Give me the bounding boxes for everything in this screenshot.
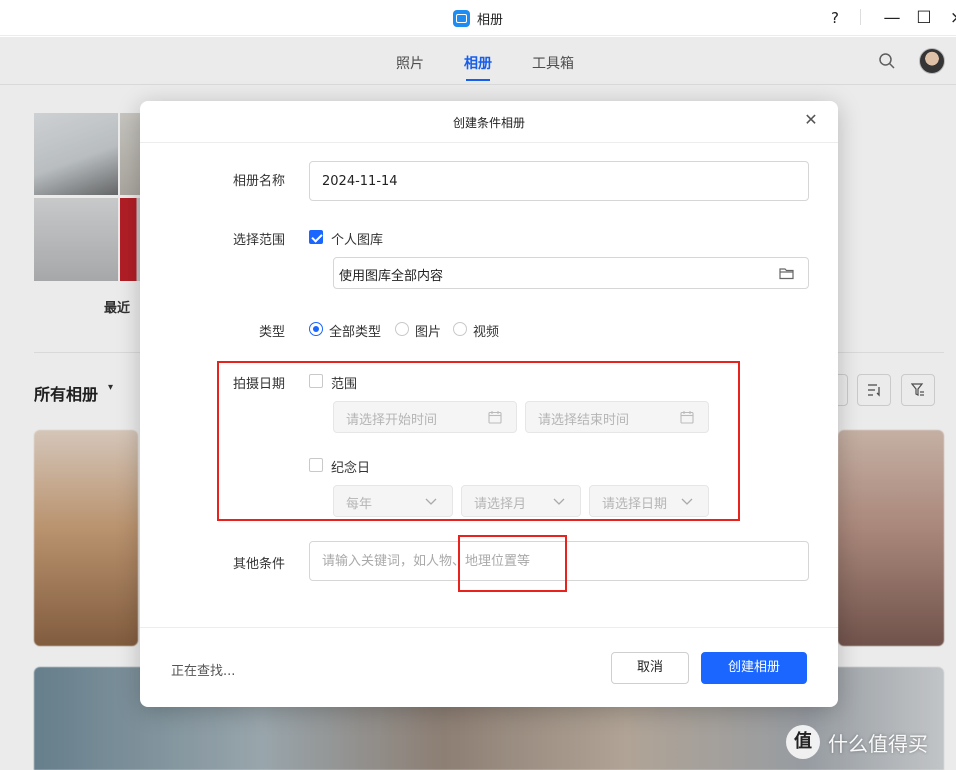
type-video-label[interactable]: 视频 — [473, 321, 499, 340]
other-conditions-label: 其他条件 — [232, 557, 285, 572]
watermark-logo: 值 — [786, 725, 820, 759]
type-image-radio[interactable] — [395, 322, 409, 336]
type-all-label[interactable]: 全部类型 — [329, 321, 381, 340]
photos-app-icon — [452, 10, 470, 27]
status-text: 正在查找... — [171, 664, 236, 679]
cancel-button[interactable]: 取消 — [611, 652, 689, 684]
app-title-text: 相册 — [476, 13, 503, 28]
type-image-label[interactable]: 图片 — [415, 321, 441, 340]
title-bar: 相册 ? — ☐ × — [0, 0, 956, 36]
album-name-input[interactable] — [309, 161, 809, 201]
type-all-radio[interactable] — [309, 322, 323, 336]
app-title: 相册 — [0, 9, 956, 28]
watermark-text: 什么值得买 — [828, 731, 928, 756]
scope-label: 选择范围 — [232, 233, 285, 248]
watermark: 值 什么值得买 — [786, 725, 928, 759]
maximize-button[interactable]: ☐ — [912, 6, 936, 30]
dialog-header-divider — [140, 142, 838, 143]
dialog-footer-divider — [140, 627, 838, 628]
library-scope-select[interactable]: 使用图库全部内容 — [333, 257, 809, 289]
album-name-label: 相册名称 — [232, 174, 285, 189]
personal-library-label[interactable]: 个人图库 — [331, 229, 383, 248]
highlight-box-capture-date — [217, 361, 740, 521]
minimize-button[interactable]: — — [880, 6, 904, 30]
titlebar-divider — [860, 9, 861, 25]
create-album-button[interactable]: 创建相册 — [701, 652, 807, 684]
library-scope-value: 使用图库全部内容 — [339, 269, 444, 284]
personal-library-checkbox[interactable] — [309, 230, 323, 244]
highlight-box-location — [458, 535, 567, 592]
folder-icon[interactable] — [779, 266, 794, 280]
help-button[interactable]: ? — [823, 6, 847, 30]
dialog-close-icon[interactable]: ✕ — [802, 111, 820, 129]
type-video-radio[interactable] — [453, 322, 467, 336]
type-label: 类型 — [258, 325, 285, 340]
close-window-button[interactable]: × — [945, 6, 956, 30]
dialog-title: 创建条件相册 — [452, 116, 525, 130]
